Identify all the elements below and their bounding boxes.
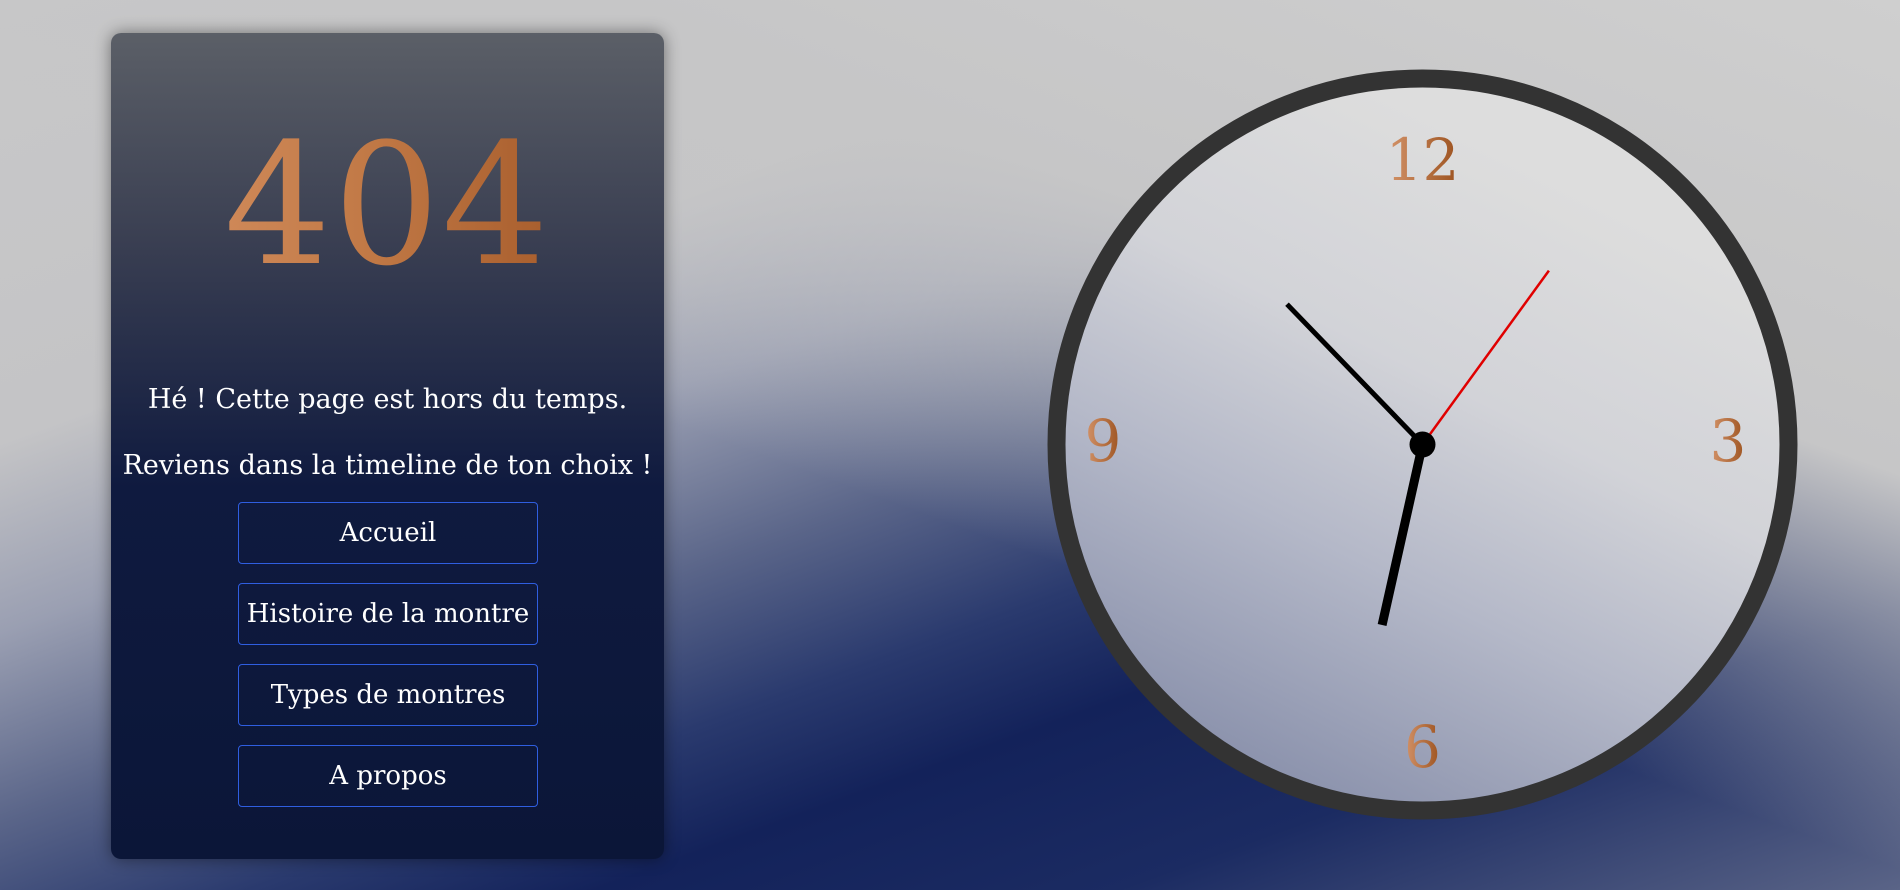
numeral-3: 3 (1710, 407, 1747, 475)
numeral-12: 12 (1386, 126, 1460, 194)
error-message-line1: Hé ! Cette page est hors du temps. (147, 384, 628, 415)
clock-center-pin (1409, 431, 1436, 458)
watch-types-button[interactable]: Types de montres (238, 664, 538, 726)
error-card: 404 Hé ! Cette page est hors du temps. R… (111, 33, 664, 859)
home-button[interactable]: Accueil (238, 502, 538, 564)
about-button[interactable]: A propos (238, 745, 538, 807)
error-message-line2: Reviens dans la timeline de ton choix ! (122, 450, 653, 481)
analog-clock: 12 3 6 9 (1047, 69, 1798, 820)
error-code: 404 (111, 121, 664, 289)
numeral-6: 6 (1404, 713, 1441, 781)
clock-svg: 12 3 6 9 (1047, 69, 1798, 820)
numeral-9: 9 (1085, 407, 1122, 475)
history-button[interactable]: Histoire de la montre (238, 583, 538, 645)
